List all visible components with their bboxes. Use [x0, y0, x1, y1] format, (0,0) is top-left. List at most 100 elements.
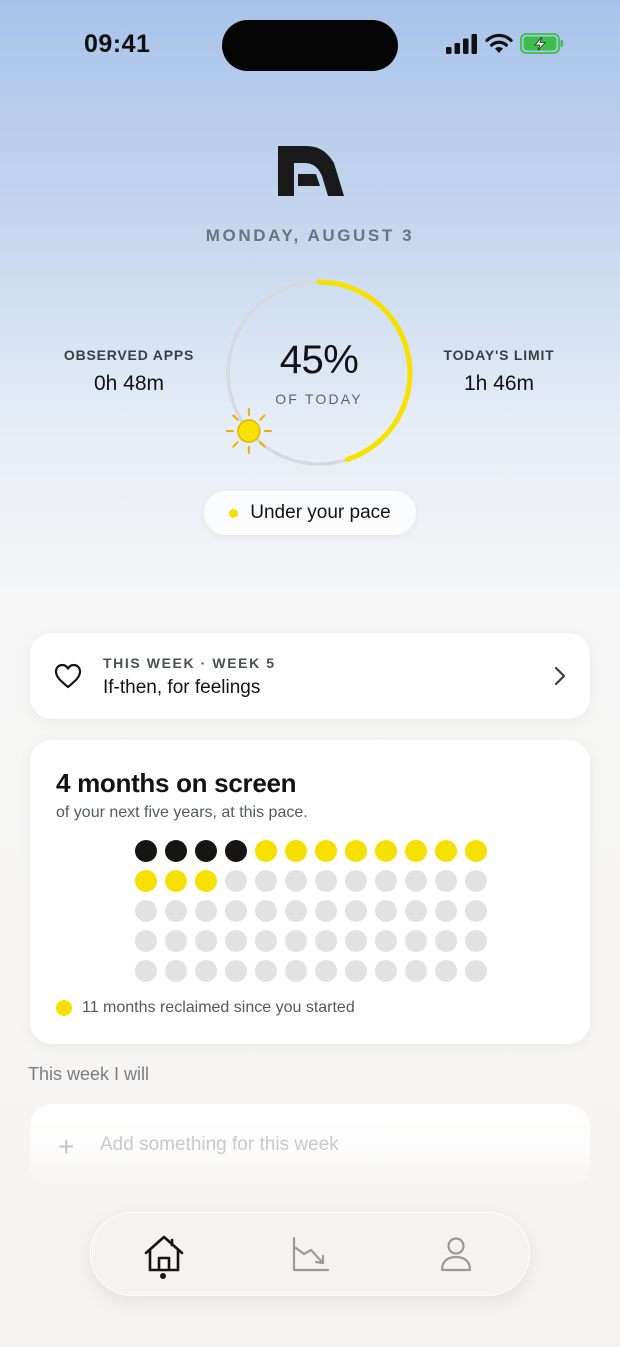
month-dot — [165, 870, 187, 892]
week-plan-heading: This week I will — [28, 1064, 150, 1084]
month-dot — [345, 930, 367, 952]
percent-of-today: 45% — [279, 338, 359, 382]
month-dot — [255, 930, 277, 952]
app-logo — [278, 146, 344, 196]
month-dot — [405, 840, 427, 862]
week-label: THIS WEEK · WEEK 5 — [103, 655, 276, 671]
month-dot — [465, 840, 487, 862]
month-dot — [225, 930, 247, 952]
observed-apps-stat: OBSERVED APPS 0h 48m — [44, 347, 214, 396]
month-dot — [345, 840, 367, 862]
sun-icon — [225, 408, 272, 455]
chart-trend-icon[interactable] — [286, 1230, 334, 1278]
month-dot — [375, 870, 397, 892]
month-dot — [345, 870, 367, 892]
month-dot — [285, 870, 307, 892]
month-dot — [345, 900, 367, 922]
todays-limit-label: TODAY'S LIMIT — [443, 347, 555, 363]
month-dot — [195, 900, 217, 922]
months-legend: 11 months reclaimed since you started — [56, 999, 355, 1017]
month-dot — [195, 840, 217, 862]
month-dot — [435, 870, 457, 892]
month-dot — [405, 900, 427, 922]
month-dot — [465, 900, 487, 922]
month-dot — [135, 840, 157, 862]
month-dot — [135, 930, 157, 952]
month-dot — [255, 840, 277, 862]
month-dot — [285, 840, 307, 862]
month-dot — [375, 840, 397, 862]
observed-apps-value: 0h 48m — [93, 372, 165, 395]
status-bar: 09:41 — [0, 0, 620, 92]
months-dot-grid — [135, 840, 487, 982]
month-dot — [165, 900, 187, 922]
month-dot — [195, 960, 217, 982]
month-dot — [135, 900, 157, 922]
pace-dot-icon — [229, 508, 239, 518]
signal-icon — [446, 33, 477, 54]
month-dot — [375, 930, 397, 952]
scroll-fade — [0, 1150, 620, 1210]
bottom-tab-bar — [90, 1212, 530, 1296]
month-dot — [225, 960, 247, 982]
month-dot — [315, 840, 337, 862]
month-dot — [405, 870, 427, 892]
month-dot — [285, 960, 307, 982]
dynamic-island — [222, 20, 398, 71]
month-dot — [255, 870, 277, 892]
month-dot — [315, 930, 337, 952]
month-dot — [435, 900, 457, 922]
active-tab-indicator — [160, 1273, 166, 1279]
month-dot — [225, 900, 247, 922]
month-dot — [435, 930, 457, 952]
current-date: MONDAY, AUGUST 3 — [205, 226, 415, 245]
week-title: If-then, for feelings — [103, 677, 261, 698]
month-dot — [165, 960, 187, 982]
battery-charging-icon — [520, 33, 564, 54]
month-dot — [165, 930, 187, 952]
month-dot — [465, 870, 487, 892]
month-dot — [315, 960, 337, 982]
month-dot — [225, 870, 247, 892]
month-dot — [315, 900, 337, 922]
todays-limit-value: 1h 46m — [463, 372, 535, 395]
home-icon[interactable] — [140, 1230, 188, 1278]
wifi-icon — [485, 33, 513, 53]
pace-status-text: Under your pace — [250, 502, 391, 523]
month-dot — [285, 930, 307, 952]
status-time: 09:41 — [84, 30, 151, 58]
month-dot — [405, 960, 427, 982]
month-dot — [135, 960, 157, 982]
month-dot — [195, 930, 217, 952]
person-icon[interactable] — [432, 1230, 480, 1278]
month-dot — [225, 840, 247, 862]
month-dot — [435, 840, 457, 862]
legend-text: 11 months reclaimed since you started — [82, 999, 355, 1016]
month-dot — [465, 930, 487, 952]
month-dot — [165, 840, 187, 862]
months-on-screen-card: 4 months on screen of your next five yea… — [30, 740, 590, 1044]
month-dot — [255, 900, 277, 922]
month-dot — [255, 960, 277, 982]
pace-status-badge: Under your pace — [204, 491, 416, 535]
chevron-right-icon[interactable] — [554, 666, 566, 686]
legend-dot-icon — [56, 1000, 72, 1016]
weekly-lesson-card[interactable]: THIS WEEK · WEEK 5 If-then, for feelings — [30, 633, 590, 719]
month-dot — [135, 870, 157, 892]
todays-limit-stat: TODAY'S LIMIT 1h 46m — [414, 347, 584, 396]
month-dot — [465, 960, 487, 982]
month-dot — [345, 960, 367, 982]
month-dot — [435, 960, 457, 982]
heart-icon — [54, 663, 82, 689]
observed-apps-label: OBSERVED APPS — [63, 347, 195, 363]
month-dot — [405, 930, 427, 952]
month-dot — [285, 900, 307, 922]
month-dot — [195, 870, 217, 892]
month-dot — [375, 960, 397, 982]
months-title: 4 months on screen — [56, 768, 297, 798]
percent-caption: OF TODAY — [275, 391, 363, 407]
status-icons — [446, 33, 564, 54]
months-subtitle: of your next five years, at this pace. — [56, 804, 308, 821]
month-dot — [375, 900, 397, 922]
month-dot — [315, 870, 337, 892]
